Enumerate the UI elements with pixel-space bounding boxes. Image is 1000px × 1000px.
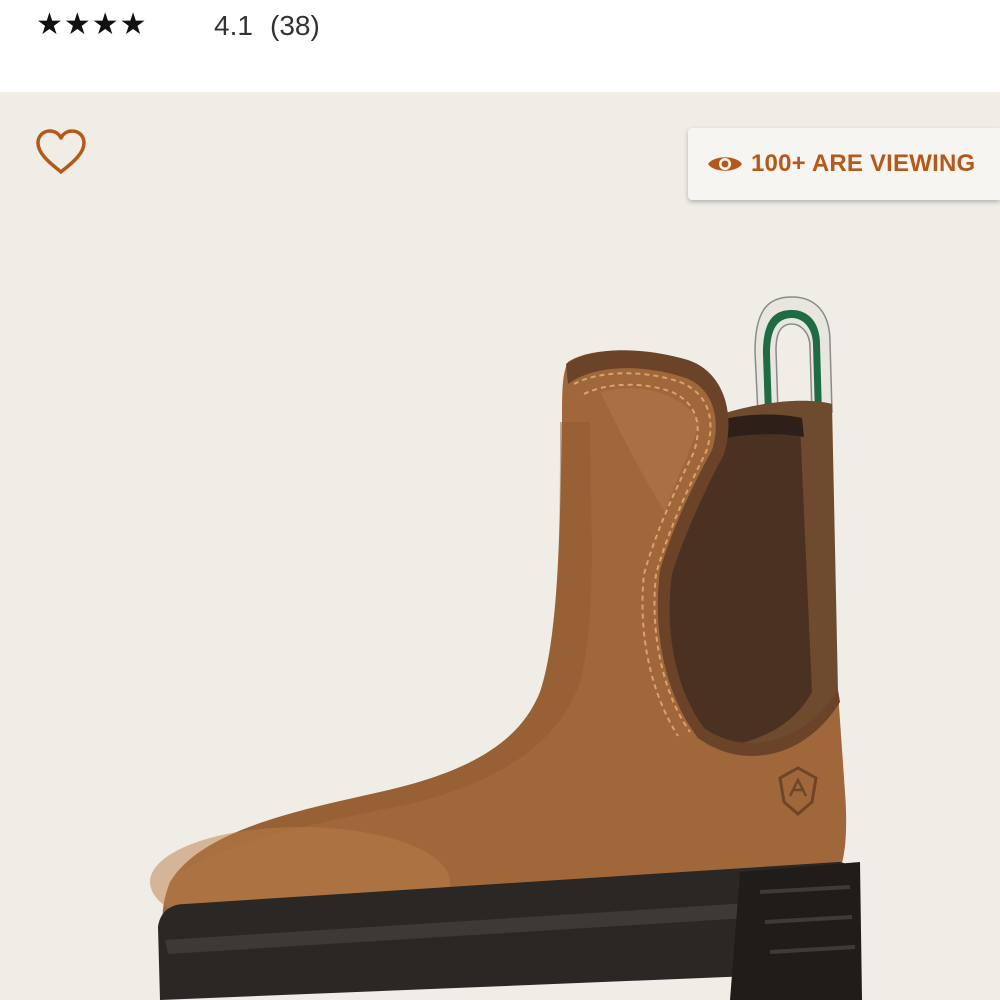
- star-rating-icons: ★★★★: [36, 7, 148, 42]
- rating-value: 4.1: [214, 10, 253, 41]
- viewing-count-label: 100+ ARE VIEWING: [751, 150, 976, 177]
- rating-bar: ★★★★ 4.1 (38): [0, 0, 1000, 92]
- product-image-gallery[interactable]: 100+ ARE VIEWING: [0, 92, 1000, 1000]
- viewing-count-badge: 100+ ARE VIEWING: [688, 128, 1000, 200]
- heart-outline-icon[interactable]: [34, 128, 88, 176]
- review-count-link[interactable]: (38): [270, 6, 320, 46]
- eye-icon: [708, 157, 742, 171]
- product-image-chelsea-boot: [150, 296, 862, 1000]
